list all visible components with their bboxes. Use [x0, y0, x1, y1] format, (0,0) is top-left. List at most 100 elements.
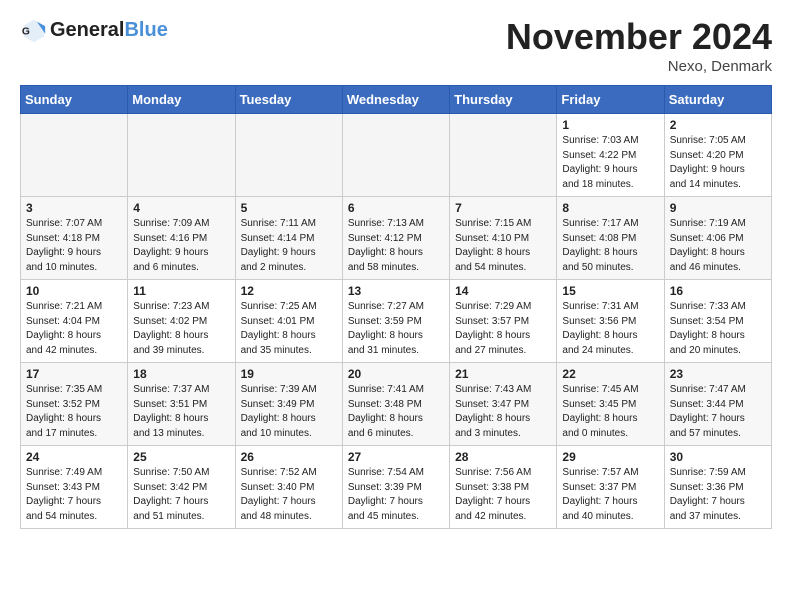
- week-row-4: 17 Sunrise: 7:35 AM Sunset: 3:52 PM Dayli…: [21, 363, 772, 446]
- day-number: 16: [670, 284, 766, 298]
- day-cell: 30 Sunrise: 7:59 AM Sunset: 3:36 PM Dayli…: [664, 446, 771, 529]
- day-number: 2: [670, 118, 766, 132]
- day-info: Sunrise: 7:13 AM Sunset: 4:12 PM Dayligh…: [348, 217, 444, 275]
- col-header-monday: Monday: [128, 86, 235, 114]
- col-header-friday: Friday: [557, 86, 664, 114]
- day-info: Sunrise: 7:11 AM Sunset: 4:14 PM Dayligh…: [241, 217, 337, 275]
- day-cell: [450, 114, 557, 197]
- day-cell: 11 Sunrise: 7:23 AM Sunset: 4:02 PM Dayli…: [128, 280, 235, 363]
- day-number: 19: [241, 367, 337, 381]
- day-cell: 17 Sunrise: 7:35 AM Sunset: 3:52 PM Dayli…: [21, 363, 128, 446]
- day-cell: 3 Sunrise: 7:07 AM Sunset: 4:18 PM Daylig…: [21, 197, 128, 280]
- day-info: Sunrise: 7:29 AM Sunset: 3:57 PM Dayligh…: [455, 300, 551, 358]
- day-cell: 9 Sunrise: 7:19 AM Sunset: 4:06 PM Daylig…: [664, 197, 771, 280]
- day-info: Sunrise: 7:41 AM Sunset: 3:48 PM Dayligh…: [348, 383, 444, 441]
- header-row: SundayMondayTuesdayWednesdayThursdayFrid…: [21, 86, 772, 114]
- svg-text:G: G: [22, 27, 30, 38]
- day-number: 6: [348, 201, 444, 215]
- col-header-tuesday: Tuesday: [235, 86, 342, 114]
- day-cell: 7Sunrise: 7:15 AM Sunset: 4:10 PM Daylig…: [450, 197, 557, 280]
- day-info: Sunrise: 7:23 AM Sunset: 4:02 PM Dayligh…: [133, 300, 229, 358]
- day-info: Sunrise: 7:57 AM Sunset: 3:37 PM Dayligh…: [562, 466, 658, 524]
- col-header-sunday: Sunday: [21, 86, 128, 114]
- day-number: 18: [133, 367, 229, 381]
- day-number: 22: [562, 367, 658, 381]
- day-cell: [128, 114, 235, 197]
- day-cell: 25Sunrise: 7:50 AM Sunset: 3:42 PM Dayli…: [128, 446, 235, 529]
- logo-general: General: [50, 19, 124, 41]
- day-cell: 19 Sunrise: 7:39 AM Sunset: 3:49 PM Dayli…: [235, 363, 342, 446]
- day-info: Sunrise: 7:47 AM Sunset: 3:44 PM Dayligh…: [670, 383, 766, 441]
- day-info: Sunrise: 7:09 AM Sunset: 4:16 PM Dayligh…: [133, 217, 229, 275]
- week-row-1: 1Sunrise: 7:03 AM Sunset: 4:22 PM Daylig…: [21, 114, 772, 197]
- day-info: Sunrise: 7:49 AM Sunset: 3:43 PM Dayligh…: [26, 466, 122, 524]
- day-cell: [21, 114, 128, 197]
- col-header-saturday: Saturday: [664, 86, 771, 114]
- day-number: 28: [455, 450, 551, 464]
- day-info: Sunrise: 7:21 AM Sunset: 4:04 PM Dayligh…: [26, 300, 122, 358]
- day-cell: 20 Sunrise: 7:41 AM Sunset: 3:48 PM Dayli…: [342, 363, 449, 446]
- day-info: Sunrise: 7:19 AM Sunset: 4:06 PM Dayligh…: [670, 217, 766, 275]
- day-cell: 29 Sunrise: 7:57 AM Sunset: 3:37 PM Dayli…: [557, 446, 664, 529]
- day-cell: 8 Sunrise: 7:17 AM Sunset: 4:08 PM Daylig…: [557, 197, 664, 280]
- day-number: 8: [562, 201, 658, 215]
- col-header-wednesday: Wednesday: [342, 86, 449, 114]
- day-cell: 1Sunrise: 7:03 AM Sunset: 4:22 PM Daylig…: [557, 114, 664, 197]
- day-cell: [235, 114, 342, 197]
- day-cell: 28Sunrise: 7:56 AM Sunset: 3:38 PM Dayli…: [450, 446, 557, 529]
- day-cell: 22 Sunrise: 7:45 AM Sunset: 3:45 PM Dayli…: [557, 363, 664, 446]
- day-info: Sunrise: 7:50 AM Sunset: 3:42 PM Dayligh…: [133, 466, 229, 524]
- day-number: 11: [133, 284, 229, 298]
- day-info: Sunrise: 7:25 AM Sunset: 4:01 PM Dayligh…: [241, 300, 337, 358]
- day-number: 5: [241, 201, 337, 215]
- location: Nexo, Denmark: [506, 58, 772, 75]
- day-info: Sunrise: 7:17 AM Sunset: 4:08 PM Dayligh…: [562, 217, 658, 275]
- day-number: 3: [26, 201, 122, 215]
- day-cell: 15 Sunrise: 7:31 AM Sunset: 3:56 PM Dayli…: [557, 280, 664, 363]
- day-info: Sunrise: 7:33 AM Sunset: 3:54 PM Dayligh…: [670, 300, 766, 358]
- day-info: Sunrise: 7:43 AM Sunset: 3:47 PM Dayligh…: [455, 383, 551, 441]
- day-number: 13: [348, 284, 444, 298]
- title-block: November 2024 Nexo, Denmark: [506, 16, 772, 75]
- day-number: 27: [348, 450, 444, 464]
- day-cell: [342, 114, 449, 197]
- day-number: 23: [670, 367, 766, 381]
- month-title: November 2024: [506, 16, 772, 58]
- day-info: Sunrise: 7:52 AM Sunset: 3:40 PM Dayligh…: [241, 466, 337, 524]
- day-info: Sunrise: 7:07 AM Sunset: 4:18 PM Dayligh…: [26, 217, 122, 275]
- day-info: Sunrise: 7:05 AM Sunset: 4:20 PM Dayligh…: [670, 134, 766, 192]
- day-number: 7: [455, 201, 551, 215]
- day-number: 15: [562, 284, 658, 298]
- day-number: 20: [348, 367, 444, 381]
- week-row-3: 10Sunrise: 7:21 AM Sunset: 4:04 PM Dayli…: [21, 280, 772, 363]
- day-number: 17: [26, 367, 122, 381]
- day-number: 29: [562, 450, 658, 464]
- logo-icon: G: [20, 16, 48, 44]
- header: G GeneralBlue November 2024 Nexo, Denmar…: [20, 16, 772, 75]
- day-info: Sunrise: 7:37 AM Sunset: 3:51 PM Dayligh…: [133, 383, 229, 441]
- logo-blue: Blue: [124, 19, 167, 41]
- day-number: 1: [562, 118, 658, 132]
- day-number: 14: [455, 284, 551, 298]
- day-info: Sunrise: 7:45 AM Sunset: 3:45 PM Dayligh…: [562, 383, 658, 441]
- day-number: 30: [670, 450, 766, 464]
- day-cell: 16 Sunrise: 7:33 AM Sunset: 3:54 PM Dayli…: [664, 280, 771, 363]
- page: G GeneralBlue November 2024 Nexo, Denmar…: [0, 0, 792, 545]
- day-info: Sunrise: 7:27 AM Sunset: 3:59 PM Dayligh…: [348, 300, 444, 358]
- day-info: Sunrise: 7:31 AM Sunset: 3:56 PM Dayligh…: [562, 300, 658, 358]
- day-cell: 12 Sunrise: 7:25 AM Sunset: 4:01 PM Dayli…: [235, 280, 342, 363]
- day-number: 12: [241, 284, 337, 298]
- day-cell: 23 Sunrise: 7:47 AM Sunset: 3:44 PM Dayli…: [664, 363, 771, 446]
- day-info: Sunrise: 7:39 AM Sunset: 3:49 PM Dayligh…: [241, 383, 337, 441]
- day-info: Sunrise: 7:59 AM Sunset: 3:36 PM Dayligh…: [670, 466, 766, 524]
- day-cell: 18 Sunrise: 7:37 AM Sunset: 3:51 PM Dayli…: [128, 363, 235, 446]
- day-number: 4: [133, 201, 229, 215]
- day-cell: 21Sunrise: 7:43 AM Sunset: 3:47 PM Dayli…: [450, 363, 557, 446]
- day-info: Sunrise: 7:35 AM Sunset: 3:52 PM Dayligh…: [26, 383, 122, 441]
- day-cell: 13 Sunrise: 7:27 AM Sunset: 3:59 PM Dayli…: [342, 280, 449, 363]
- day-info: Sunrise: 7:54 AM Sunset: 3:39 PM Dayligh…: [348, 466, 444, 524]
- day-cell: 5 Sunrise: 7:11 AM Sunset: 4:14 PM Daylig…: [235, 197, 342, 280]
- day-cell: 27 Sunrise: 7:54 AM Sunset: 3:39 PM Dayli…: [342, 446, 449, 529]
- day-number: 26: [241, 450, 337, 464]
- day-number: 9: [670, 201, 766, 215]
